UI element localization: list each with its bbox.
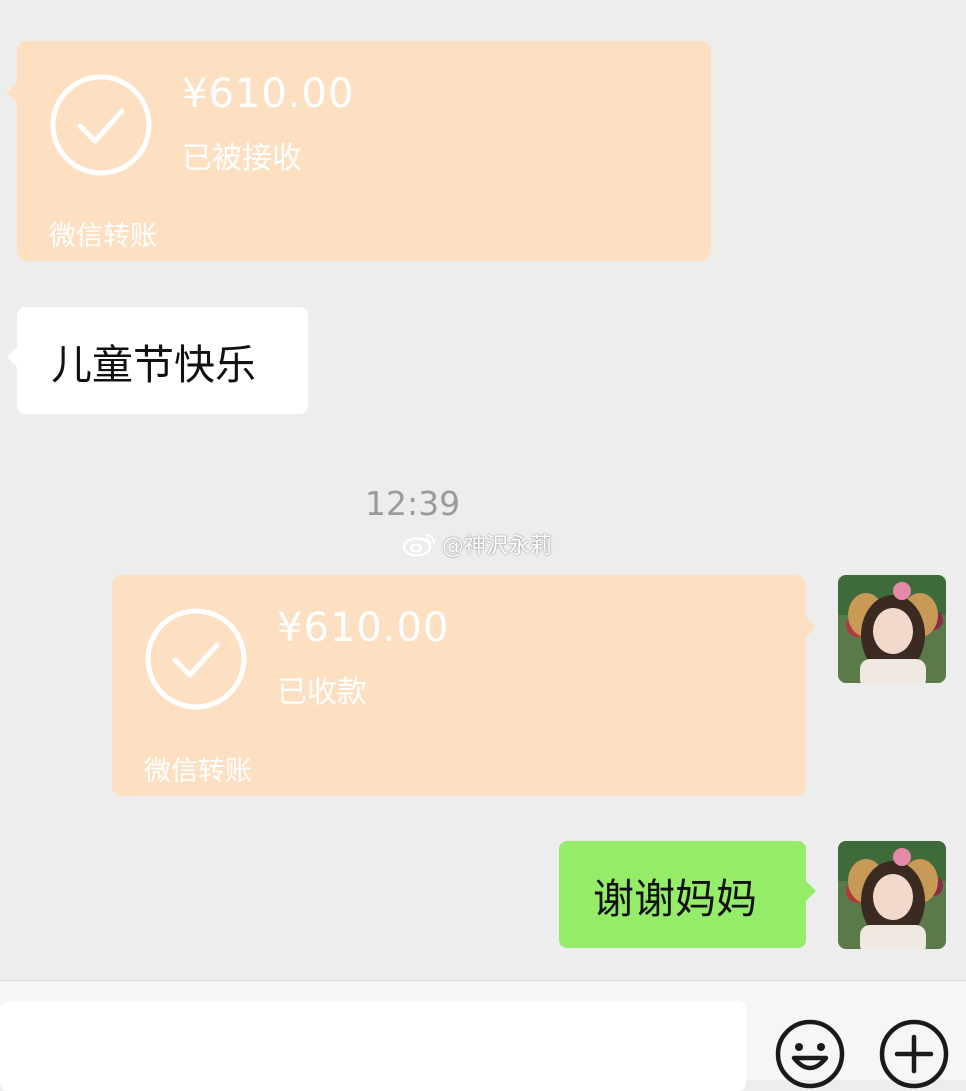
transfer-status: 已被接收 (182, 141, 302, 176)
bubble-tail (7, 83, 17, 103)
transfer-amount: ¥610.00 (277, 605, 450, 651)
transfer-amount: ¥610.00 (182, 71, 355, 117)
check-circle-icon (50, 74, 152, 176)
avatar-image (838, 575, 946, 683)
watermark-text: @神沢永莉 (442, 534, 553, 559)
transfer-status: 已收款 (277, 675, 367, 710)
bubble-tail (7, 347, 17, 367)
avatar[interactable] (838, 575, 946, 683)
transfer-footer: 微信转账 (144, 756, 252, 787)
message-timestamp: 12:39 (365, 484, 461, 523)
message-input[interactable] (0, 1001, 746, 1091)
message-text: 谢谢妈妈 (593, 874, 757, 923)
avatar[interactable] (838, 841, 946, 949)
avatar-image (838, 841, 946, 949)
bubble-tail (806, 881, 816, 901)
transfer-card-collected[interactable]: ¥610.00 已收款 微信转账 (112, 575, 816, 796)
transfer-card-received[interactable]: ¥610.00 已被接收 微信转账 (7, 41, 711, 261)
message-bubble-incoming[interactable]: 儿童节快乐 (7, 307, 308, 414)
message-bubble-outgoing[interactable]: 谢谢妈妈 (559, 841, 816, 948)
check-circle-icon (145, 608, 247, 710)
emoji-icon[interactable] (774, 1018, 846, 1090)
message-text: 儿童节快乐 (51, 340, 256, 389)
watermark: @神沢永莉 (402, 528, 552, 560)
bubble-tail (806, 617, 816, 637)
add-icon[interactable] (878, 1018, 950, 1090)
transfer-footer: 微信转账 (49, 221, 157, 252)
weibo-logo-icon (402, 533, 436, 557)
